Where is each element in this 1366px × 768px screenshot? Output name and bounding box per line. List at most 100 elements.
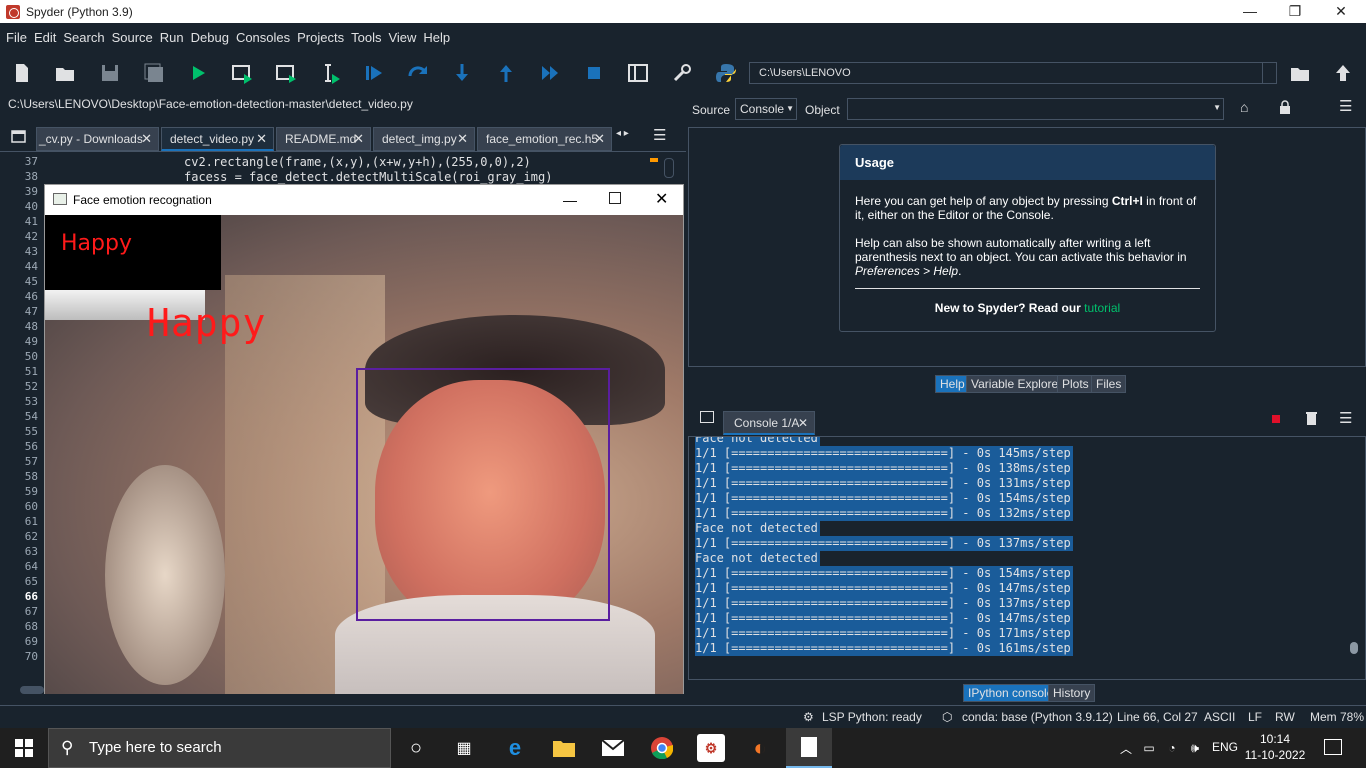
chevron-down-icon[interactable] bbox=[1262, 63, 1276, 83]
task-view-icon[interactable]: ▦ bbox=[450, 734, 478, 762]
menu-consoles[interactable]: Consoles bbox=[236, 30, 290, 45]
menu-search[interactable]: Search bbox=[63, 30, 104, 45]
lock-icon[interactable] bbox=[1280, 100, 1290, 114]
volume-icon[interactable]: 🕪 bbox=[1181, 734, 1209, 762]
browse-tabs-icon[interactable] bbox=[10, 128, 28, 146]
hamburger-menu-icon[interactable]: ☰ bbox=[653, 126, 666, 144]
stop-kernel-icon[interactable] bbox=[1272, 415, 1280, 423]
home-icon[interactable]: ⌂ bbox=[1240, 99, 1248, 115]
close-icon[interactable]: ✕ bbox=[353, 128, 364, 150]
tutorial-link[interactable]: tutorial bbox=[1084, 301, 1120, 315]
menu-help[interactable]: Help bbox=[423, 30, 450, 45]
close-icon[interactable]: ✕ bbox=[141, 128, 152, 150]
tab-console-1a[interactable]: Console 1/A ✕ bbox=[723, 411, 815, 435]
menu-projects[interactable]: Projects bbox=[297, 30, 344, 45]
tab-variable-explorer[interactable]: Variable Explorer bbox=[966, 375, 1068, 393]
file-explorer-icon[interactable] bbox=[550, 734, 578, 762]
popup-minimize-button[interactable]: — bbox=[563, 185, 577, 215]
scroll-thumb[interactable] bbox=[1350, 642, 1358, 654]
python-path-icon[interactable] bbox=[713, 60, 739, 86]
menu-view[interactable]: View bbox=[388, 30, 416, 45]
working-directory-combo[interactable]: C:\Users\LENOVO bbox=[749, 62, 1277, 84]
menu-edit[interactable]: Edit bbox=[34, 30, 56, 45]
lsp-status[interactable]: LSP Python: ready bbox=[822, 710, 922, 724]
notepad-taskbar-button[interactable] bbox=[786, 728, 832, 768]
source-combo[interactable]: Console ▼ bbox=[735, 98, 797, 120]
trash-icon[interactable] bbox=[1306, 411, 1317, 425]
hamburger-menu-icon[interactable]: ☰ bbox=[1339, 409, 1352, 427]
line-number: 69 bbox=[24, 635, 38, 648]
save-icon[interactable] bbox=[97, 60, 123, 86]
menu-source[interactable]: Source bbox=[112, 30, 153, 45]
conda-status[interactable]: conda: base (Python 3.9.12) bbox=[962, 710, 1113, 724]
hamburger-menu-icon[interactable]: ☰ bbox=[1339, 97, 1352, 115]
tab-history[interactable]: History bbox=[1048, 684, 1096, 702]
jupyter-icon[interactable]: ◐ bbox=[746, 734, 774, 762]
chrome-icon[interactable] bbox=[648, 734, 676, 762]
language-indicator[interactable]: ENG bbox=[1212, 740, 1238, 754]
lsp-icon: ⚙ bbox=[803, 710, 814, 724]
console-line: 1/1 [==============================] - 0… bbox=[695, 461, 1073, 476]
step-into-icon[interactable] bbox=[449, 60, 475, 86]
scroll-thumb[interactable] bbox=[20, 686, 44, 694]
close-button[interactable]: ✕ bbox=[1318, 0, 1364, 23]
maximize-pane-icon[interactable] bbox=[625, 60, 651, 86]
line-number-gutter: 37 38 39 40 41 42 43 44 45 46 47 48 49 50 51 52 53 54 55 56… bbox=[0, 153, 44, 683]
cortana-icon[interactable]: ○ bbox=[402, 734, 430, 762]
menu-run[interactable]: Run bbox=[160, 30, 184, 45]
browse-tabs-icon[interactable] bbox=[700, 411, 714, 423]
preferences-icon[interactable] bbox=[669, 60, 695, 86]
popup-maximize-button[interactable] bbox=[609, 192, 621, 204]
clock-date[interactable]: 11-10-2022 bbox=[1242, 748, 1308, 762]
close-icon[interactable]: ✕ bbox=[256, 128, 267, 149]
close-icon[interactable]: ✕ bbox=[594, 128, 605, 150]
debug-icon[interactable] bbox=[361, 60, 387, 86]
step-return-icon[interactable] bbox=[493, 60, 519, 86]
notifications-icon[interactable] bbox=[1324, 739, 1342, 755]
object-combo[interactable]: ▼ bbox=[847, 98, 1224, 120]
menu-debug[interactable]: Debug bbox=[191, 30, 229, 45]
open-file-icon[interactable] bbox=[52, 60, 78, 86]
tab-scroll-arrows[interactable]: ◂ ▸ bbox=[616, 128, 629, 139]
face-emotion-window[interactable]: Face emotion recognation — ✕ Happy Happy bbox=[44, 184, 684, 694]
stop-icon[interactable] bbox=[581, 60, 607, 86]
continue-icon[interactable] bbox=[537, 60, 563, 86]
console-scrollbar[interactable] bbox=[1350, 446, 1358, 658]
browse-directory-icon[interactable] bbox=[1287, 60, 1313, 86]
mail-icon[interactable] bbox=[599, 734, 627, 762]
taskbar-search-input[interactable]: ⚲ Type here to search bbox=[48, 728, 391, 768]
restore-button[interactable]: ❐ bbox=[1272, 0, 1318, 23]
close-icon[interactable]: ✕ bbox=[457, 128, 468, 150]
ipython-console[interactable]: Face not detected 1/1 [==================… bbox=[688, 436, 1366, 680]
tab-face-emotion-rec[interactable]: face_emotion_rec.h5 ✕ bbox=[477, 127, 612, 151]
tab-ipython-console[interactable]: IPython console bbox=[963, 684, 1059, 702]
editor-scrollbar[interactable] bbox=[664, 158, 674, 178]
run-selection-icon[interactable] bbox=[317, 60, 343, 86]
tab-plots[interactable]: Plots bbox=[1057, 375, 1094, 393]
source-value: Console bbox=[740, 102, 785, 116]
edge-icon[interactable]: e bbox=[501, 734, 529, 762]
menu-file[interactable]: File bbox=[6, 30, 27, 45]
windows-start-icon[interactable] bbox=[10, 734, 38, 762]
run-icon[interactable] bbox=[185, 60, 211, 86]
minimize-button[interactable]: — bbox=[1227, 0, 1273, 23]
save-all-icon[interactable] bbox=[141, 60, 167, 86]
tab-detect-img[interactable]: detect_img.py ✕ bbox=[373, 127, 475, 151]
line-number: 68 bbox=[24, 620, 38, 633]
new-file-icon[interactable] bbox=[9, 60, 35, 86]
tab-help[interactable]: Help bbox=[935, 375, 970, 393]
run-cell-advance-icon[interactable] bbox=[273, 60, 299, 86]
tab-files[interactable]: Files bbox=[1091, 375, 1127, 393]
spyder-taskbar-icon[interactable]: ⚙ bbox=[697, 734, 725, 762]
parent-directory-icon[interactable] bbox=[1330, 60, 1356, 86]
run-cell-icon[interactable] bbox=[229, 60, 255, 86]
popup-close-button[interactable]: ✕ bbox=[655, 185, 668, 215]
tab-label: _cv.py - Downloads bbox=[39, 132, 143, 146]
tab-cv-downloads[interactable]: _cv.py - Downloads ✕ bbox=[36, 127, 159, 151]
tab-readme[interactable]: README.md ✕ bbox=[276, 127, 371, 151]
tab-detect-video[interactable]: detect_video.py ✕ bbox=[161, 127, 274, 151]
step-icon[interactable] bbox=[405, 60, 431, 86]
close-icon[interactable]: ✕ bbox=[798, 412, 808, 434]
menu-tools[interactable]: Tools bbox=[351, 30, 381, 45]
clock-time[interactable]: 10:14 bbox=[1250, 732, 1300, 746]
